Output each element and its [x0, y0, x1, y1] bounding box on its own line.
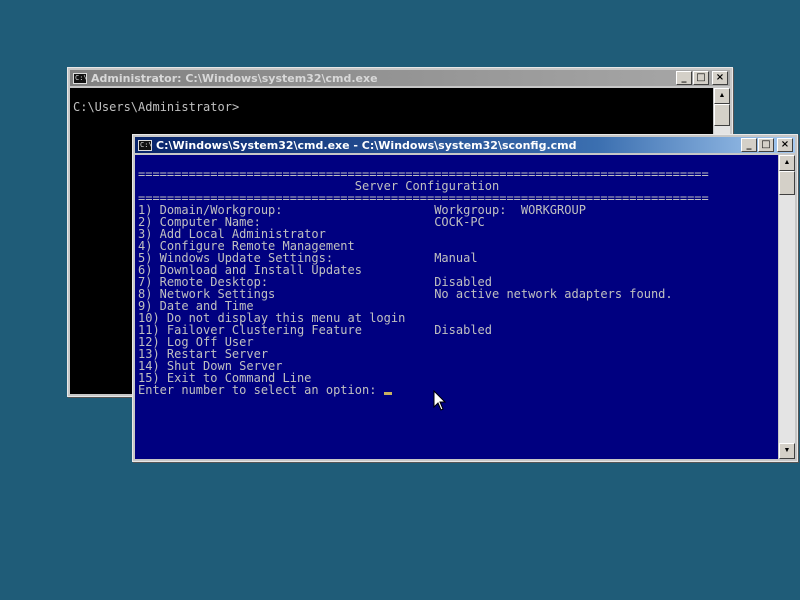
title-bar[interactable]: C:\ C:\Windows\System32\cmd.exe - C:\Win… [135, 137, 795, 153]
text-cursor [383, 392, 392, 395]
maximize-button[interactable]: □ [693, 71, 709, 85]
console-output[interactable]: ========================================… [135, 155, 778, 459]
window-controls: _ □ × [676, 71, 728, 85]
input-prompt[interactable]: Enter number to select an option: [138, 384, 709, 396]
close-button[interactable]: × [777, 138, 793, 152]
window-title: Administrator: C:\Windows\system32\cmd.e… [91, 71, 378, 85]
vertical-scrollbar[interactable]: ▲ ▼ [779, 155, 795, 459]
maximize-button[interactable]: □ [758, 138, 774, 152]
scroll-thumb[interactable] [714, 104, 730, 126]
minimize-button[interactable]: _ [676, 71, 692, 85]
mouse-pointer-icon [433, 390, 447, 411]
scroll-up-button[interactable]: ▲ [779, 155, 795, 171]
scroll-thumb[interactable] [779, 171, 795, 195]
window-controls: _ □ × [741, 138, 793, 152]
sconfig-menu: ========================================… [138, 168, 709, 396]
minimize-button[interactable]: _ [741, 138, 757, 152]
window-title: C:\Windows\System32\cmd.exe - C:\Windows… [156, 138, 577, 152]
cmd-icon: C:\ [73, 72, 88, 84]
title-bar[interactable]: C:\ Administrator: C:\Windows\system32\c… [70, 70, 730, 86]
cmd-icon: C:\ [138, 139, 153, 151]
sconfig-window[interactable]: C:\ C:\Windows\System32\cmd.exe - C:\Win… [132, 134, 798, 462]
scroll-up-button[interactable]: ▲ [714, 88, 730, 104]
command-prompt: C:\Users\Administrator> [73, 100, 240, 114]
close-button[interactable]: × [712, 71, 728, 85]
scroll-down-button[interactable]: ▼ [779, 443, 795, 459]
